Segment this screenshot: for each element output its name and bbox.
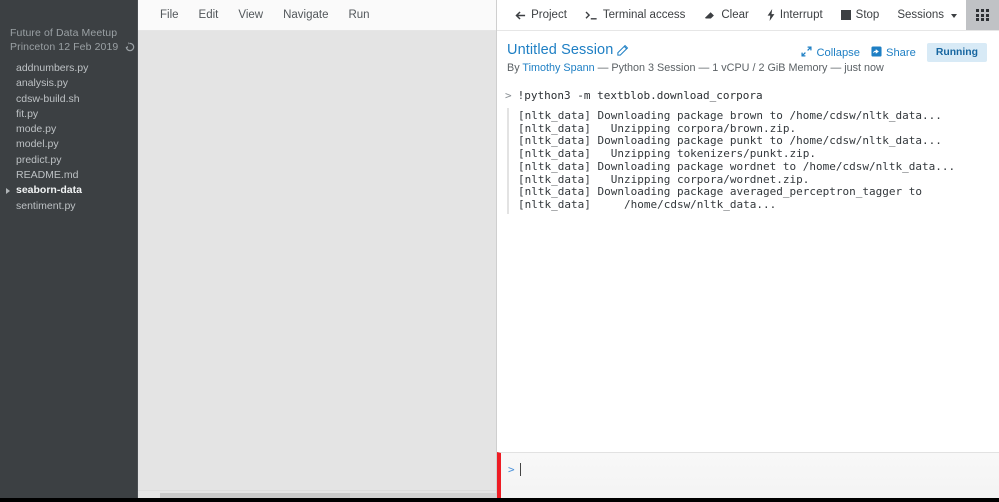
session-title[interactable]: Untitled Session <box>507 42 613 58</box>
clear-button[interactable]: Clear <box>694 0 757 30</box>
list-item[interactable]: addnumbers.py <box>0 61 137 76</box>
list-item[interactable]: predict.py <box>0 153 137 168</box>
console-command-line: > !python3 -m textblob.download_corpora <box>497 86 999 108</box>
console-prompt-symbol: > <box>505 89 512 102</box>
collapse-arrows-icon <box>801 45 812 60</box>
project-title-line-1: Future of Data Meetup <box>10 27 118 39</box>
console-output-block: [nltk_data] Downloading package brown to… <box>507 108 999 214</box>
terminal-access-button[interactable]: Terminal access <box>576 0 694 30</box>
text-cursor <box>519 463 521 476</box>
share-button[interactable]: Share <box>871 45 916 60</box>
chevron-down-icon <box>951 13 957 18</box>
share-button-label: Share <box>886 46 916 59</box>
console-input-row[interactable]: > <box>497 452 999 502</box>
interrupt-button-label: Interrupt <box>779 9 823 21</box>
project-button-label: Project <box>531 9 567 21</box>
session-actions: Collapse Share Running <box>801 43 987 62</box>
editor-column: File Edit View Navigate Run <box>138 0 497 502</box>
list-item-label: seaborn-data <box>16 184 82 197</box>
console-input-prompt-symbol: > <box>508 463 515 476</box>
project-file-sidebar: Future of Data Meetup Princeton 12 Feb 2… <box>0 0 138 502</box>
list-item[interactable]: model.py <box>0 137 137 152</box>
status-badge: Running <box>926 43 987 62</box>
grid-apps-icon <box>976 8 989 22</box>
window-bottom-edge <box>0 498 999 502</box>
interrupt-button[interactable]: Interrupt <box>758 0 832 30</box>
session-toolbar: Project Terminal access Clear Interrupt … <box>497 0 999 31</box>
collapse-button[interactable]: Collapse <box>801 45 860 60</box>
list-item-folder[interactable]: seaborn-data <box>0 183 137 198</box>
refresh-icon[interactable] <box>125 42 135 52</box>
list-item[interactable]: analysis.py <box>0 76 137 91</box>
session-author-link[interactable]: Timothy Spann <box>522 62 594 74</box>
project-title-line-2: Princeton 12 Feb 2019 <box>10 41 119 53</box>
console-command-text: !python3 -m textblob.download_corpora <box>517 89 763 102</box>
session-subtitle: By Timothy Spann — Python 3 Session — 1 … <box>507 62 985 74</box>
menu-item-file[interactable]: File <box>150 6 189 24</box>
arrow-left-icon <box>515 10 526 21</box>
collapse-button-label: Collapse <box>816 46 860 59</box>
editor-empty-area[interactable] <box>138 31 496 490</box>
list-item[interactable]: README.md <box>0 168 137 183</box>
console-output-area[interactable]: > !python3 -m textblob.download_corpora … <box>497 82 999 452</box>
eraser-icon <box>703 10 716 21</box>
project-title-row-2: Princeton 12 Feb 2019 <box>0 40 137 54</box>
sessions-dropdown-label: Sessions <box>897 9 944 21</box>
menu-bar: File Edit View Navigate Run <box>138 0 496 31</box>
stop-button[interactable]: Stop <box>832 0 889 30</box>
lightning-icon <box>767 9 775 21</box>
file-list: addnumbers.py analysis.py cdsw-build.sh … <box>0 61 137 214</box>
window-scrollbar-thumb[interactable] <box>160 493 350 498</box>
console-output-line: [nltk_data] Downloading package brown to… <box>518 109 942 122</box>
menu-item-navigate[interactable]: Navigate <box>273 6 338 24</box>
menu-item-view[interactable]: View <box>228 6 273 24</box>
list-item[interactable]: sentiment.py <box>0 199 137 214</box>
list-item[interactable]: mode.py <box>0 122 137 137</box>
session-column: Project Terminal access Clear Interrupt … <box>497 0 999 502</box>
cdsw-workbench-window: Future of Data Meetup Princeton 12 Feb 2… <box>0 0 999 502</box>
session-header: Untitled Session By Timothy Spann — Pyth… <box>497 31 999 82</box>
chevron-right-icon[interactable] <box>6 188 10 195</box>
list-item[interactable]: fit.py <box>0 107 137 122</box>
clear-button-label: Clear <box>721 9 749 21</box>
terminal-access-label: Terminal access <box>602 9 686 21</box>
console-output-line: [nltk_data] /home/cdsw/nltk_data... <box>518 197 777 211</box>
project-button[interactable]: Project <box>506 0 576 30</box>
sessions-dropdown[interactable]: Sessions <box>888 0 966 30</box>
stop-square-icon <box>840 10 851 20</box>
menu-item-edit[interactable]: Edit <box>189 6 229 24</box>
terminal-icon <box>585 10 598 21</box>
console-output-line: [nltk_data] Downloading package wordnet … <box>518 159 956 173</box>
session-by-label: By <box>507 62 520 74</box>
session-meta: — Python 3 Session — 1 vCPU / 2 GiB Memo… <box>597 62 884 74</box>
list-item[interactable]: cdsw-build.sh <box>0 92 137 107</box>
pencil-edit-icon[interactable] <box>617 44 629 56</box>
stop-button-label: Stop <box>855 9 880 21</box>
menu-item-run[interactable]: Run <box>338 6 379 24</box>
console-output-line: [nltk_data] Unzipping tokenizers/punkt.z… <box>518 147 817 161</box>
share-icon <box>871 45 882 60</box>
apps-grid-button[interactable] <box>966 0 999 30</box>
